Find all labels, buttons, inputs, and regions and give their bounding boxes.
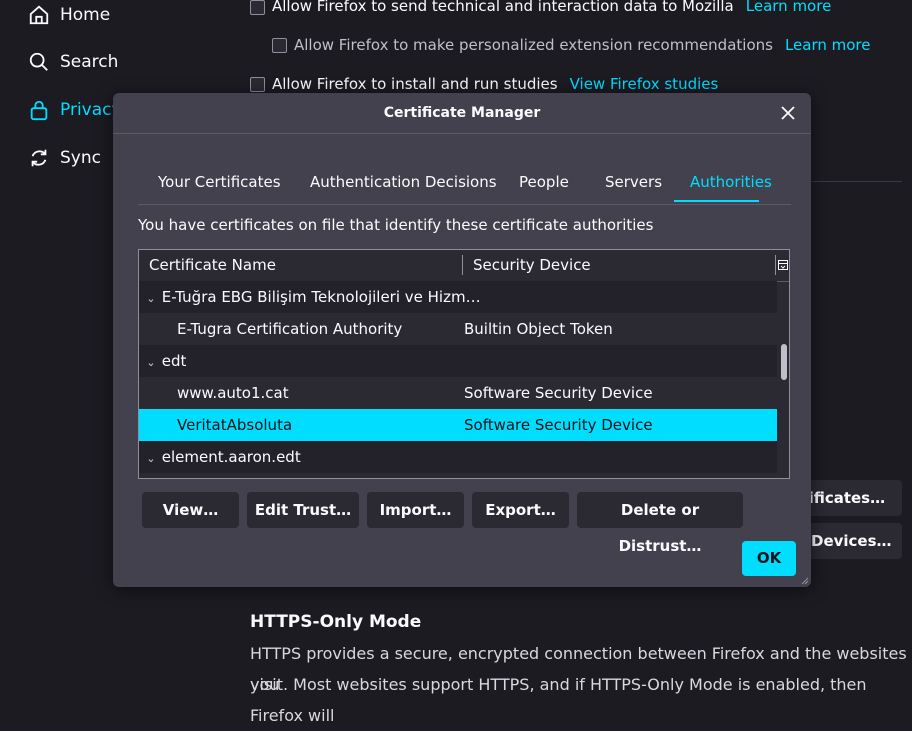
sidebar-item-search[interactable]: Search xyxy=(28,47,118,77)
tab-authorities[interactable]: Authorities xyxy=(674,162,772,202)
recommendations-checkbox[interactable] xyxy=(272,38,287,53)
recommendations-option: Allow Firefox to make personalized exten… xyxy=(294,36,871,54)
tree-row-selected[interactable]: VeritatAbsoluta Software Security Device xyxy=(139,409,777,441)
security-device: Software Security Device xyxy=(464,384,653,402)
title-divider xyxy=(113,133,811,134)
authorities-description: You have certificates on file that ident… xyxy=(138,216,654,234)
send-data-option: Allow Firefox to send technical and inte… xyxy=(272,0,831,15)
security-device: Software Security Device xyxy=(464,416,653,434)
delete-or-distrust-button[interactable]: Delete or Distrust… xyxy=(577,492,743,555)
cert-name: edt xyxy=(161,352,187,370)
chevron-down-icon[interactable]: ⌄ xyxy=(145,283,157,315)
ok-button[interactable]: OK xyxy=(742,541,796,576)
tree-row[interactable]: ⌄ element.aaron.edt xyxy=(139,441,777,473)
column-certificate-name[interactable]: Certificate Name xyxy=(149,250,276,281)
export-button[interactable]: Export… xyxy=(472,492,569,528)
chevron-down-icon[interactable]: ⌄ xyxy=(145,347,157,379)
studies-option: Allow Firefox to install and run studies… xyxy=(272,75,718,93)
column-divider[interactable] xyxy=(775,255,776,275)
tab-authentication-decisions[interactable]: Authentication Decisions xyxy=(294,162,513,202)
column-picker-icon[interactable] xyxy=(778,260,788,270)
view-button[interactable]: View… xyxy=(142,492,239,528)
tree-row[interactable]: E-Tugra Certification Authority Builtin … xyxy=(139,313,777,345)
sidebar-item-privacy[interactable]: Privacy xyxy=(28,95,122,125)
tree-header: Certificate Name Security Device xyxy=(139,250,789,282)
tree-row[interactable]: www.auto1.cat Software Security Device xyxy=(139,377,777,409)
learn-more-link[interactable]: Learn more xyxy=(785,36,871,54)
view-studies-link[interactable]: View Firefox studies xyxy=(570,75,719,93)
studies-label: Allow Firefox to install and run studies xyxy=(272,75,558,93)
home-icon xyxy=(29,5,49,25)
cert-name: element.aaron.edt xyxy=(161,448,301,466)
lock-icon xyxy=(30,100,48,121)
sidebar-item-home[interactable]: Home xyxy=(28,0,110,30)
cert-name: VeritatAbsoluta xyxy=(177,416,293,434)
tab-bar: Your Certificates Authentication Decisio… xyxy=(138,162,791,205)
recommendations-label: Allow Firefox to make personalized exten… xyxy=(294,36,773,54)
edit-trust-button[interactable]: Edit Trust… xyxy=(247,492,359,528)
tab-people[interactable]: People xyxy=(503,162,585,202)
learn-more-link[interactable]: Learn more xyxy=(746,0,832,15)
send-data-label: Allow Firefox to send technical and inte… xyxy=(272,0,734,15)
cert-name: E-Tuğra EBG Bilişim Teknolojileri ve Hiz… xyxy=(161,288,481,306)
https-only-heading: HTTPS-Only Mode xyxy=(250,612,422,632)
dialog-title: Certificate Manager xyxy=(383,105,541,121)
certificate-tree[interactable]: Certificate Name Security Device ⌄ E-Tuğ… xyxy=(138,249,790,479)
cert-name: www.auto1.cat xyxy=(177,384,289,402)
tree-row[interactable]: ⌄ E-Tuğra EBG Bilişim Teknolojileri ve H… xyxy=(139,281,777,313)
sidebar-item-sync[interactable]: Sync xyxy=(28,143,101,173)
sync-icon xyxy=(31,149,47,167)
import-button[interactable]: Import… xyxy=(367,492,464,528)
sidebar-item-label: Search xyxy=(60,52,119,72)
sidebar-item-label: Home xyxy=(60,5,111,25)
search-icon xyxy=(29,52,48,71)
resize-grip-icon[interactable] xyxy=(799,575,809,585)
column-security-device[interactable]: Security Device xyxy=(473,250,591,281)
send-data-checkbox[interactable] xyxy=(250,0,265,15)
certificate-manager-dialog: Certificate Manager Your Certificates Au… xyxy=(113,93,811,587)
tree-scrollbar[interactable] xyxy=(781,344,787,380)
tab-your-certificates[interactable]: Your Certificates xyxy=(142,162,297,202)
chevron-down-icon[interactable]: ⌄ xyxy=(145,443,157,475)
https-description-line: visit. Most websites support HTTPS, and … xyxy=(250,675,867,725)
security-device: Builtin Object Token xyxy=(464,320,613,338)
sidebar-item-label: Sync xyxy=(60,148,101,168)
tab-servers[interactable]: Servers xyxy=(589,162,678,202)
studies-checkbox[interactable] xyxy=(250,77,265,92)
close-icon[interactable] xyxy=(779,104,797,122)
cert-name: E-Tugra Certification Authority xyxy=(177,320,403,338)
column-divider[interactable] xyxy=(462,255,463,275)
tree-row[interactable]: ⌄ edt xyxy=(139,345,777,377)
